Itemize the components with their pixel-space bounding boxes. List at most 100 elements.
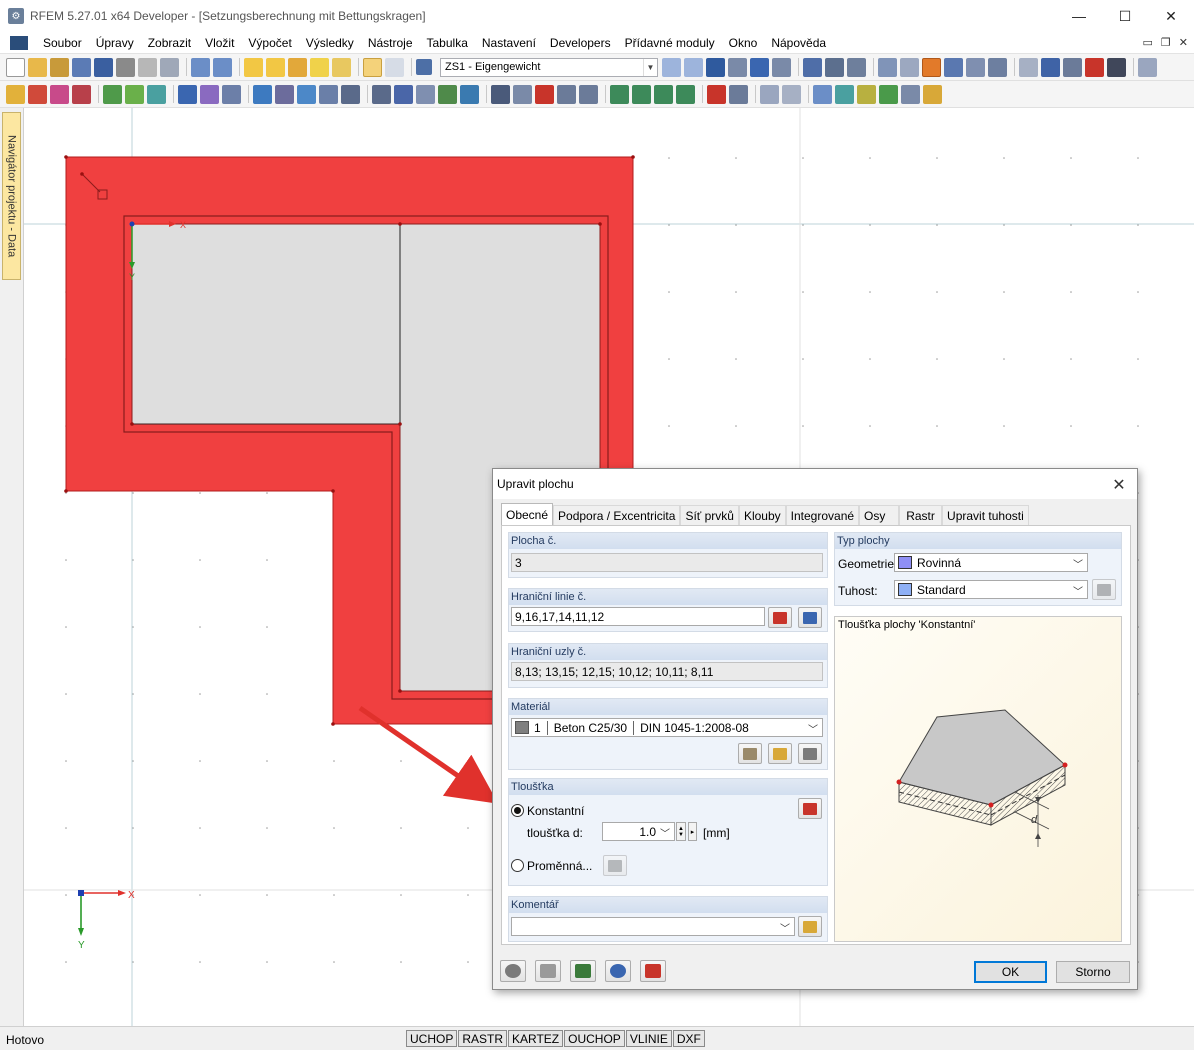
open-network-icon[interactable] bbox=[72, 57, 91, 77]
solid-face-icon[interactable] bbox=[857, 84, 876, 104]
navigator-toggle-icon[interactable] bbox=[363, 57, 382, 77]
tab-modify-stiffness[interactable]: Upravit tuhosti bbox=[942, 505, 1029, 526]
tables-toggle-icon[interactable] bbox=[385, 57, 404, 77]
open-file-icon[interactable] bbox=[28, 57, 47, 77]
select-icon[interactable] bbox=[394, 84, 413, 104]
thickness-step-button[interactable]: ▸ bbox=[688, 822, 697, 841]
menu-edit[interactable]: Úpravy bbox=[89, 36, 141, 50]
chevron-down-icon[interactable]: ﹀ bbox=[1073, 583, 1083, 598]
maximize-button[interactable]: ☐ bbox=[1102, 0, 1148, 32]
variable-thickness-button[interactable] bbox=[603, 855, 627, 876]
menu-settings[interactable]: Nastavení bbox=[475, 36, 543, 50]
section-icon[interactable] bbox=[923, 84, 942, 104]
new-arc-icon[interactable] bbox=[72, 84, 91, 104]
extreme-values-icon[interactable] bbox=[772, 57, 791, 77]
new-node-icon[interactable] bbox=[6, 84, 25, 104]
solid-icon[interactable] bbox=[253, 84, 272, 104]
mdi-restore-button[interactable]: ❐ bbox=[1161, 36, 1171, 49]
boundary-lines-input[interactable]: 9,16,17,14,11,12 bbox=[511, 607, 765, 626]
load-member-icon[interactable] bbox=[200, 84, 219, 104]
filter-icon[interactable] bbox=[372, 84, 391, 104]
previous-load-case-icon[interactable] bbox=[662, 57, 681, 77]
document-menu-icon[interactable] bbox=[10, 35, 28, 50]
zoom-all-icon[interactable] bbox=[557, 84, 576, 104]
menu-table[interactable]: Tabulka bbox=[420, 36, 475, 50]
tab-support-eccentricity[interactable]: Podpora / Excentricita bbox=[553, 505, 681, 526]
visibility-icon[interactable] bbox=[416, 84, 435, 104]
mode-grid[interactable]: RASTR bbox=[458, 1030, 508, 1047]
next-load-case-icon[interactable] bbox=[684, 57, 703, 77]
hide-icon[interactable] bbox=[782, 84, 801, 104]
surface-face-icon[interactable] bbox=[835, 84, 854, 104]
target-icon[interactable] bbox=[288, 57, 307, 77]
find-icon[interactable] bbox=[266, 57, 285, 77]
tab-integrated[interactable]: Integrované bbox=[785, 505, 860, 526]
open-archive-icon[interactable] bbox=[50, 57, 69, 77]
thickness-constant-radio[interactable] bbox=[511, 804, 524, 817]
workplane-icon[interactable] bbox=[922, 57, 941, 77]
result-values-icon[interactable] bbox=[728, 57, 747, 77]
coordinate-system-icon[interactable] bbox=[944, 57, 963, 77]
mdi-close-button[interactable]: ✕ bbox=[1179, 36, 1188, 49]
mirror-icon[interactable] bbox=[1063, 57, 1082, 77]
view-iso-icon[interactable] bbox=[676, 84, 695, 104]
new-material-button[interactable] bbox=[768, 743, 792, 764]
view-button[interactable] bbox=[605, 960, 631, 982]
transparency-icon[interactable] bbox=[760, 84, 779, 104]
material-select[interactable]: 1 Beton C25/30 DIN 1045-1:2008-08 ﹀ bbox=[511, 718, 823, 737]
menu-window[interactable]: Okno bbox=[722, 36, 765, 50]
zoom-out-icon[interactable] bbox=[535, 84, 554, 104]
menu-insert[interactable]: Vložit bbox=[198, 36, 241, 50]
new-line-icon[interactable] bbox=[28, 84, 47, 104]
copy-icon[interactable] bbox=[332, 57, 351, 77]
navigator-tab[interactable]: Navigátor projektu - Data bbox=[2, 112, 21, 280]
select-lines-button[interactable] bbox=[798, 607, 822, 628]
menu-view[interactable]: Zobrazit bbox=[141, 36, 198, 50]
menu-results[interactable]: Výsledky bbox=[299, 36, 361, 50]
minimize-button[interactable]: — bbox=[1056, 0, 1102, 32]
member-results-icon[interactable] bbox=[803, 57, 822, 77]
chevron-down-icon[interactable]: ﹀ bbox=[660, 825, 670, 840]
menu-developers[interactable]: Developers bbox=[543, 36, 618, 50]
guideline-icon[interactable] bbox=[966, 57, 985, 77]
delete-icon[interactable] bbox=[1085, 57, 1104, 77]
menu-addon-modules[interactable]: Přídavné moduly bbox=[618, 36, 722, 50]
menu-help[interactable]: Nápověda bbox=[764, 36, 833, 50]
help-button[interactable] bbox=[500, 960, 526, 982]
edit-button[interactable] bbox=[535, 960, 561, 982]
redo-icon[interactable] bbox=[213, 57, 232, 77]
show-results-icon[interactable] bbox=[706, 57, 725, 77]
edit-pen-icon[interactable] bbox=[244, 57, 263, 77]
dialog-close-icon[interactable]: ✕ bbox=[1109, 475, 1129, 495]
undo-icon[interactable] bbox=[191, 57, 210, 77]
thickness-d-input[interactable]: 1.0 ﹀ bbox=[602, 822, 675, 841]
deformation-icon[interactable] bbox=[750, 57, 769, 77]
local-axes-icon[interactable] bbox=[879, 84, 898, 104]
view-x-icon[interactable] bbox=[610, 84, 629, 104]
edit-stiffness-button[interactable] bbox=[1092, 579, 1116, 600]
surface-results-icon[interactable] bbox=[847, 57, 866, 77]
view-icon[interactable] bbox=[297, 84, 316, 104]
thickness-variable-radio[interactable] bbox=[511, 859, 524, 872]
edit-material-button[interactable] bbox=[798, 743, 822, 764]
close-window-button[interactable]: ✕ bbox=[1148, 0, 1194, 32]
print-icon[interactable] bbox=[138, 57, 157, 77]
thickness-spinner[interactable]: ▲ ▼ bbox=[676, 822, 686, 841]
rotate-view-icon[interactable] bbox=[1041, 57, 1060, 77]
new-support-icon[interactable] bbox=[125, 84, 144, 104]
display-options-icon[interactable] bbox=[729, 84, 748, 104]
tab-hinges[interactable]: Klouby bbox=[738, 505, 786, 526]
chevron-down-icon[interactable]: ﹀ bbox=[1073, 556, 1083, 571]
section-results-icon[interactable] bbox=[825, 57, 844, 77]
zoom-window-icon[interactable] bbox=[491, 84, 510, 104]
view-y-icon[interactable] bbox=[632, 84, 651, 104]
comment-library-button[interactable] bbox=[798, 916, 822, 937]
new-surface-icon[interactable] bbox=[147, 84, 166, 104]
mode-snap[interactable]: UCHOP bbox=[406, 1030, 458, 1047]
tab-grid[interactable]: Rastr bbox=[899, 505, 943, 526]
print-preview-icon[interactable] bbox=[160, 57, 179, 77]
material-library-button[interactable] bbox=[738, 743, 762, 764]
dimension-icon[interactable] bbox=[988, 57, 1007, 77]
pick-button[interactable] bbox=[640, 960, 666, 982]
member-end-icon[interactable] bbox=[813, 84, 832, 104]
